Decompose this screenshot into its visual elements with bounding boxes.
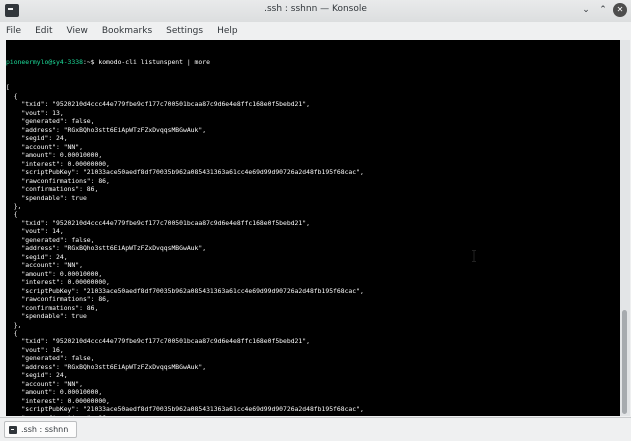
menu-help[interactable]: Help <box>217 24 238 38</box>
terminal-line: "interest": 0.00000000, <box>6 159 110 168</box>
menu-view[interactable]: View <box>67 24 88 38</box>
terminal-line: }, <box>6 201 22 210</box>
close-icon[interactable]: ✕ <box>613 3 627 17</box>
terminal-line: "spendable": true <box>6 312 87 321</box>
menu-bar: File Edit View Bookmarks Settings Help <box>0 22 631 40</box>
terminal-line: "interest": 0.00000000, <box>6 396 110 405</box>
terminal-line: "address": "RGxBQho3stt6EiApWTzFZxDvqqsM… <box>6 125 207 134</box>
terminal-output: pioneermylo@sy4-3338:~$ komodo-cli listu… <box>6 41 364 416</box>
terminal-line: "rawconfirmations": 86, <box>6 176 110 185</box>
konsole-window: .ssh : sshnn — Konsole ⌄ ⌃ ✕ File Edit V… <box>0 0 631 441</box>
minimize-icon[interactable]: ⌄ <box>579 3 593 17</box>
terminal-line: [ <box>6 83 10 92</box>
command-text: :~$ komodo-cli listunspent | more <box>82 57 210 66</box>
terminal-line: "segid": 24, <box>6 134 68 143</box>
terminal-line: "interest": 0.00000000, <box>6 278 110 287</box>
terminal-display[interactable]: pioneermylo@sy4-3338:~$ komodo-cli listu… <box>6 40 620 416</box>
terminal-line: "generated": false, <box>6 354 95 363</box>
terminal-line: "spendable": true <box>6 193 87 202</box>
terminal-line: { <box>6 329 18 337</box>
terminal-line: "scriptPubKey": "21033ace50aedf8df70035b… <box>6 168 364 177</box>
tab-sshnn[interactable]: .ssh : sshnn <box>4 421 78 438</box>
command-line: pioneermylo@sy4-3338:~$ komodo-cli listu… <box>6 58 364 66</box>
terminal-line: "scriptPubKey": "21033ace50aedf8df70035b… <box>6 286 364 295</box>
terminal-line: "segid": 24, <box>6 252 68 261</box>
terminal-line: "generated": false, <box>6 235 95 244</box>
window-controls: ⌄ ⌃ ✕ <box>579 3 627 17</box>
shell-prompt: pioneermylo@sy4-3338 <box>6 57 83 66</box>
text-cursor-icon <box>472 250 476 262</box>
terminal-line: "account": "NN", <box>6 379 83 388</box>
terminal-scrollbar[interactable] <box>620 40 630 416</box>
terminal-line: "txid": "9520210d4ccc44e779fbe9cf177c700… <box>6 100 310 109</box>
terminal-line: { <box>6 91 18 100</box>
menu-settings[interactable]: Settings <box>166 24 203 38</box>
terminal-line: "scriptPubKey": "21033ace50aedf8df70035b… <box>6 405 364 414</box>
terminal-line: "txid": "9520210d4ccc44e779fbe9cf177c700… <box>6 337 310 346</box>
tab-label: .ssh : sshnn <box>21 425 69 434</box>
terminal-icon <box>9 425 17 434</box>
terminal-line: "account": "NN", <box>6 261 83 270</box>
scrollbar-thumb[interactable] <box>622 310 627 414</box>
terminal-line: "amount": 0.00010000, <box>6 388 103 397</box>
terminal-line: "amount": 0.00010000, <box>6 151 103 160</box>
menu-file[interactable]: File <box>6 24 21 38</box>
terminal-line: "vout": 14, <box>6 227 64 236</box>
terminal-line: "txid": "9520210d4ccc44e779fbe9cf177c700… <box>6 218 310 227</box>
terminal-line: "confirmations": 86, <box>6 303 99 312</box>
maximize-icon[interactable]: ⌃ <box>596 3 610 17</box>
terminal-line: "address": "RGxBQho3stt6EiApWTzFZxDvqqsM… <box>6 244 207 253</box>
terminal-line: "amount": 0.00010000, <box>6 269 103 278</box>
terminal-line: "rawconfirmations": 86, <box>6 414 364 416</box>
terminal-line: "address": "RGxBQho3stt6EiApWTzFZxDvqqsM… <box>6 362 207 371</box>
tab-bar: .ssh : sshnn <box>0 417 631 441</box>
terminal-line: "vout": 16, <box>6 345 64 354</box>
terminal-line: "vout": 13, <box>6 108 64 117</box>
menu-edit[interactable]: Edit <box>35 24 52 38</box>
title-bar[interactable]: .ssh : sshnn — Konsole ⌄ ⌃ ✕ <box>0 0 631 23</box>
output-lines: [ { "txid": "9520210d4ccc44e779fbe9cf177… <box>6 83 364 416</box>
terminal-line: "confirmations": 86, <box>6 185 99 194</box>
terminal-line: "segid": 24, <box>6 371 68 380</box>
menu-bookmarks[interactable]: Bookmarks <box>102 24 152 38</box>
terminal-line: "rawconfirmations": 86, <box>6 295 110 304</box>
terminal-line: { <box>6 210 18 219</box>
terminal-line: "generated": false, <box>6 117 95 126</box>
window-title: .ssh : sshnn — Konsole <box>264 4 367 14</box>
terminal-line: "account": "NN", <box>6 142 83 151</box>
terminal-line: }, <box>6 320 22 329</box>
